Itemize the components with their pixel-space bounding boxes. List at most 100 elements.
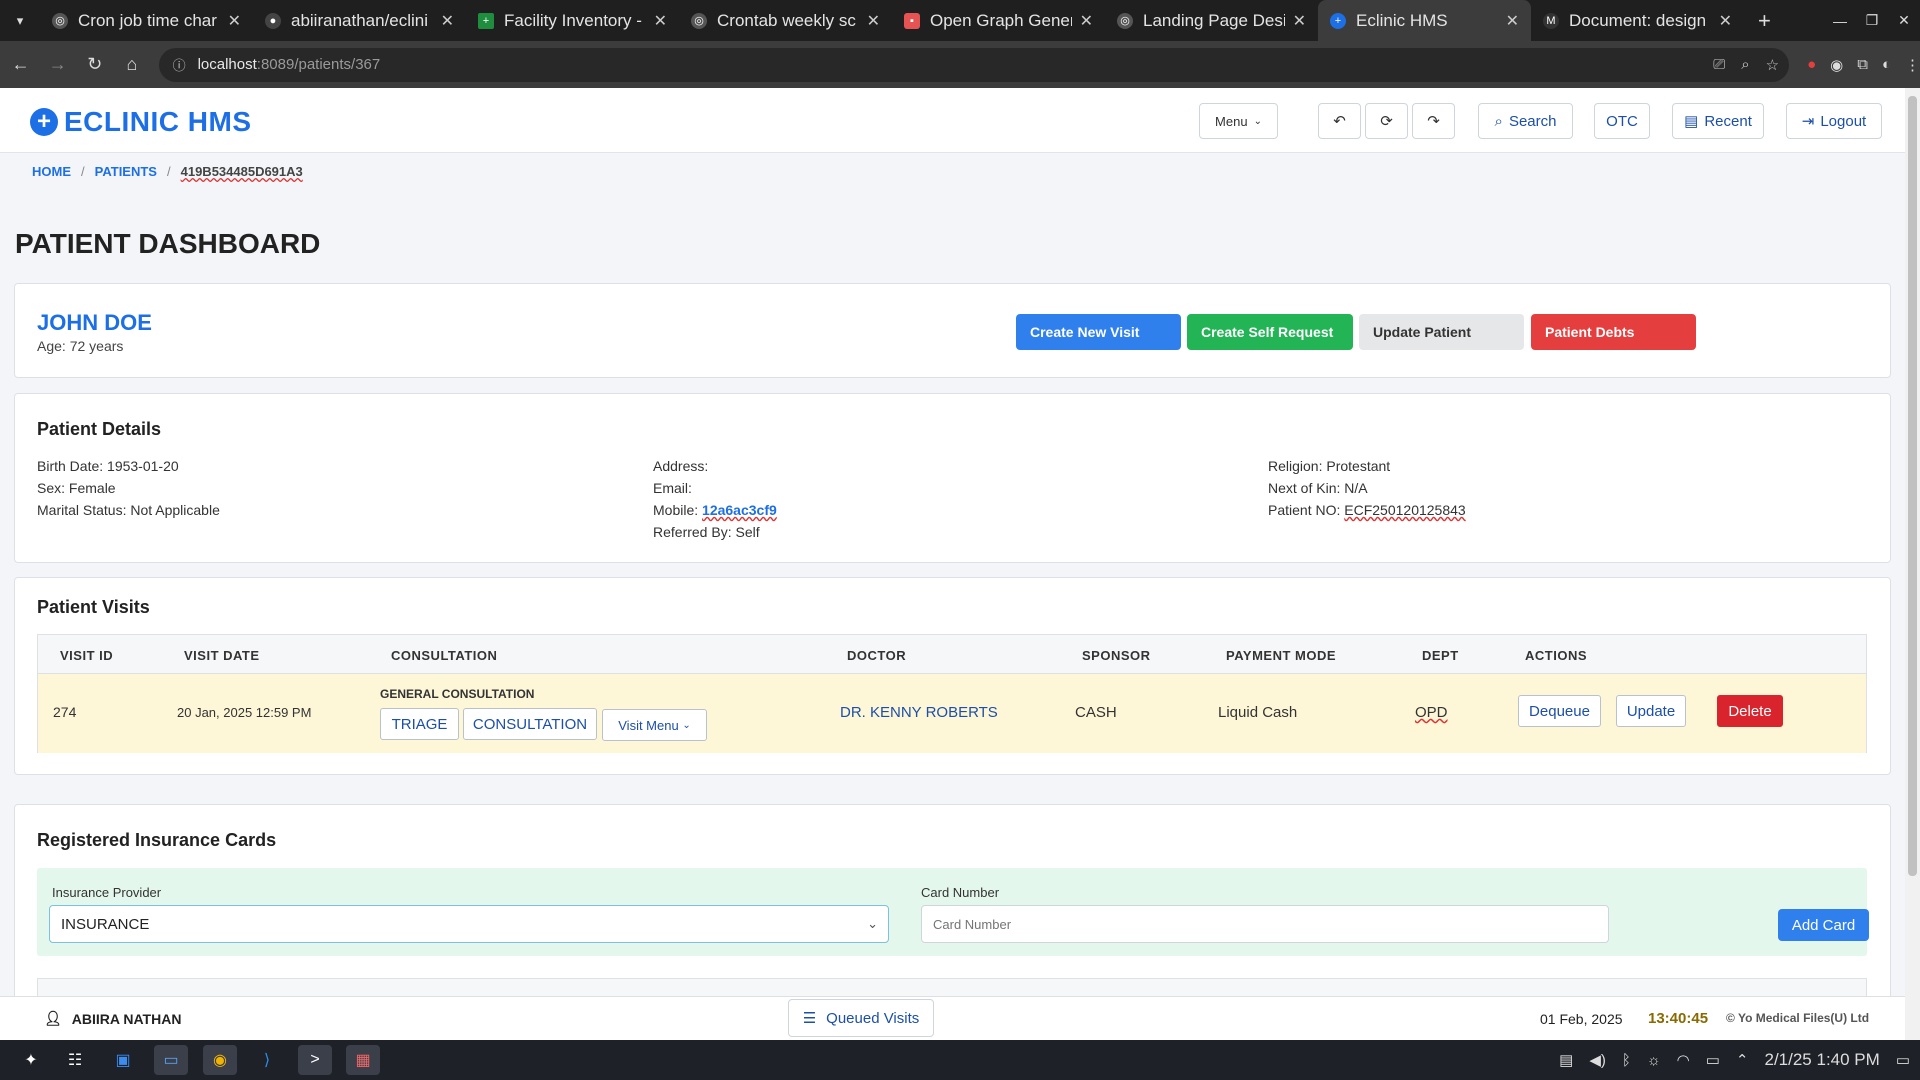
store-bag-icon[interactable]: ▣ — [106, 1045, 140, 1075]
patient-debts-button[interactable]: Patient Debts — [1531, 314, 1696, 350]
col-dept: DEPT — [1422, 648, 1459, 663]
screenshot-tool-icon[interactable]: ▦ — [346, 1045, 380, 1075]
visit-menu-button[interactable]: Visit Menu ⌄ — [602, 709, 707, 741]
footer-time: 13:40:45 — [1648, 1010, 1709, 1027]
triage-button[interactable]: TRIAGE — [380, 708, 459, 740]
patient-name: JOHN DOE — [37, 310, 152, 335]
close-tab-icon[interactable]: ✕ — [441, 11, 454, 31]
home-icon[interactable]: ⌂ — [115, 47, 148, 83]
address-bar[interactable]: ⓘ localhost:8089/patients/367 ⎚ ⌕ ☆ — [158, 47, 1790, 82]
patient-details-card: Patient Details Birth Date: 1953-01-20 S… — [14, 393, 1891, 563]
add-card-button[interactable]: Add Card — [1778, 909, 1869, 941]
chrome-icon[interactable]: ◉ — [203, 1045, 237, 1075]
dequeue-button[interactable]: Dequeue — [1518, 695, 1601, 727]
show-desktop-icon[interactable]: ▭ — [1896, 1051, 1910, 1069]
files-icon[interactable]: ▭ — [154, 1045, 188, 1075]
menu-dropdown-button[interactable]: Menu ⌄ — [1199, 103, 1278, 139]
create-new-visit-button[interactable]: Create New Visit — [1016, 314, 1181, 350]
maximize-icon[interactable]: ❐ — [1856, 0, 1888, 41]
back-icon[interactable]: ← — [4, 47, 37, 83]
doctor-name[interactable]: DR. KENNY ROBERTS — [840, 704, 998, 721]
close-tab-icon[interactable]: ✕ — [1080, 11, 1093, 31]
email: Email: — [653, 480, 692, 496]
profile-avatar-icon[interactable]: ◐ — [1882, 56, 1891, 74]
extensions-puzzle-icon[interactable]: ⧉ — [1857, 56, 1868, 74]
close-tab-icon[interactable]: ✕ — [654, 11, 667, 31]
recent-button[interactable]: ▤ Recent — [1672, 103, 1764, 139]
browser-menu-icon[interactable]: ⋮ — [1905, 56, 1920, 74]
search-button[interactable]: ⌕ Search — [1478, 103, 1573, 139]
browser-tab[interactable]: ◎ Cron job time char ✕ — [40, 0, 253, 41]
doc-icon: M — [1543, 12, 1559, 29]
provider-label: Insurance Provider — [52, 885, 162, 900]
taskbar-clock[interactable]: 2/1/25 1:40 PM — [1765, 1050, 1880, 1070]
details-column-3: Religion: Protestant Next of Kin: N/A Pa… — [1268, 455, 1466, 521]
volume-icon[interactable]: ◀) — [1589, 1051, 1606, 1069]
browser-toolbar: ← → ↻ ⌂ ⓘ localhost:8089/patients/367 ⎚ … — [0, 41, 1920, 88]
payment-mode: Liquid Cash — [1218, 704, 1298, 721]
brightness-icon[interactable]: ☼ — [1647, 1052, 1661, 1069]
patient-visits-heading: Patient Visits — [37, 597, 150, 617]
medical-cross-icon: + — [30, 108, 58, 136]
site-info-icon[interactable]: ⓘ — [173, 55, 186, 74]
vscode-icon[interactable]: ⟩ — [250, 1045, 284, 1075]
close-tab-icon[interactable]: ✕ — [867, 11, 880, 31]
minimize-icon[interactable]: — — [1824, 0, 1856, 41]
extension-compass-icon[interactable]: ◉ — [1830, 56, 1843, 74]
browser-tab[interactable]: M Document: design ✕ — [1531, 0, 1744, 41]
religion: Religion: Protestant — [1268, 458, 1391, 474]
system-tray: ▤ ◀) ᛒ ☼ ◠ ▭ ⌃ 2/1/25 1:40 PM ▭ — [1559, 1040, 1910, 1080]
page-scrollbar[interactable] — [1905, 88, 1920, 1040]
breadcrumb-home[interactable]: HOME — [32, 164, 71, 179]
create-self-request-button[interactable]: Create Self Request — [1187, 314, 1353, 350]
bookmark-star-icon[interactable]: ☆ — [1766, 56, 1779, 74]
browser-tab[interactable]: ◎ Crontab weekly sc ✕ — [679, 0, 892, 41]
forward-icon[interactable]: → — [41, 47, 74, 83]
scrollbar-thumb[interactable] — [1908, 96, 1917, 876]
otc-button[interactable]: OTC — [1594, 103, 1650, 139]
extension-red-icon[interactable]: ● — [1807, 56, 1816, 74]
visit-id: 274 — [53, 704, 77, 720]
redo-button[interactable]: ↷ — [1412, 103, 1455, 139]
add-insurance-form: Insurance Provider INSURANCE ⌄ Card Numb… — [37, 868, 1869, 956]
tab-search-chevron-icon[interactable]: ▾ — [0, 0, 40, 41]
zoom-icon[interactable]: ⌕ — [1741, 56, 1749, 73]
insurance-provider-select[interactable]: INSURANCE ⌄ — [49, 905, 889, 943]
refresh-button[interactable]: ⟳ — [1365, 103, 1408, 139]
update-visit-button[interactable]: Update — [1616, 695, 1686, 727]
tray-expand-icon[interactable]: ⌃ — [1736, 1051, 1749, 1069]
browser-tab[interactable]: ◎ Landing Page Desi ✕ — [1105, 0, 1318, 41]
close-tab-icon[interactable]: ✕ — [1506, 11, 1519, 31]
app-logo[interactable]: + ECLINIC HMS — [30, 106, 252, 138]
browser-tab[interactable]: + Facility Inventory - ✕ — [466, 0, 679, 41]
close-tab-icon[interactable]: ✕ — [1293, 11, 1306, 31]
breadcrumb-patients[interactable]: PATIENTS — [95, 164, 157, 179]
close-tab-icon[interactable]: ✕ — [1719, 11, 1732, 31]
launcher-icon[interactable]: ✦ — [14, 1045, 48, 1075]
bluetooth-icon[interactable]: ᛒ — [1622, 1052, 1631, 1069]
battery-icon[interactable]: ▭ — [1706, 1051, 1720, 1069]
browser-tab[interactable]: ▪ Open Graph Gener ✕ — [892, 0, 1105, 41]
referred-by: Referred By: Self — [653, 524, 760, 540]
undo-button[interactable]: ↶ — [1318, 103, 1361, 139]
card-number-input[interactable] — [921, 905, 1609, 943]
task-manager-icon[interactable]: ☷ — [58, 1045, 92, 1075]
consultation-button[interactable]: CONSULTATION — [463, 708, 597, 740]
mobile-link[interactable]: 12a6ac3cf9 — [702, 502, 777, 518]
browser-tab[interactable]: ● abiiranathan/eclini ✕ — [253, 0, 466, 41]
update-patient-button[interactable]: Update Patient — [1359, 314, 1524, 350]
reload-icon[interactable]: ↻ — [78, 47, 111, 83]
og-icon: ▪ — [904, 12, 920, 29]
wifi-icon[interactable]: ◠ — [1677, 1051, 1690, 1069]
close-tab-icon[interactable]: ✕ — [228, 11, 241, 31]
clipboard-icon[interactable]: ▤ — [1559, 1051, 1573, 1069]
close-window-icon[interactable]: ✕ — [1888, 0, 1920, 41]
delete-visit-button[interactable]: Delete — [1717, 695, 1783, 727]
logout-button[interactable]: ⇥ Logout — [1786, 103, 1882, 139]
browser-tab-active[interactable]: + Eclinic HMS ✕ — [1318, 0, 1531, 41]
new-tab-icon[interactable]: + — [1744, 8, 1785, 34]
queued-visits-button[interactable]: ☰ Queued Visits — [788, 999, 934, 1037]
consultation-type: GENERAL CONSULTATION — [380, 687, 535, 701]
install-app-icon[interactable]: ⎚ — [1713, 56, 1725, 73]
terminal-icon[interactable]: > — [298, 1045, 332, 1075]
